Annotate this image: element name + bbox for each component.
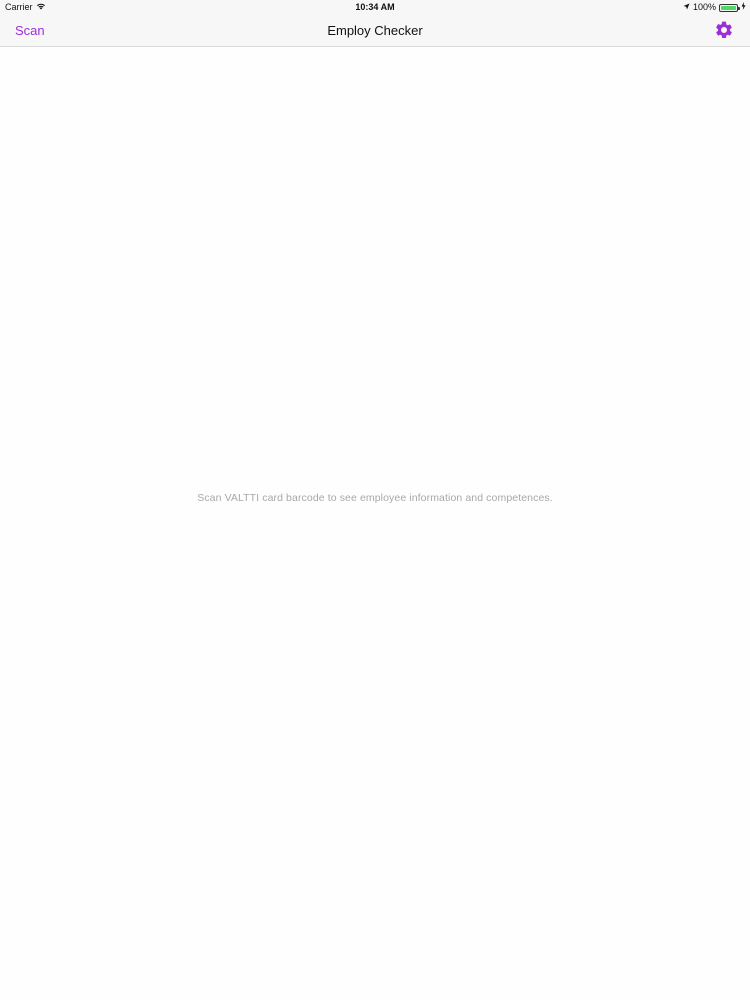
battery-cap: [738, 7, 740, 10]
charging-icon: [741, 0, 746, 15]
app-screen: Carrier 10:34 AM 100% Scan Employ Checke…: [0, 0, 750, 1000]
battery-percent: 100%: [692, 2, 716, 12]
gear-icon: [716, 21, 732, 38]
location-arrow-icon: [683, 0, 690, 15]
page-title: Employ Checker: [327, 23, 423, 38]
status-right: 100%: [683, 0, 746, 15]
battery-fill: [721, 6, 736, 10]
settings-button[interactable]: [714, 20, 734, 40]
battery-icon: [719, 4, 740, 12]
status-time: 10:34 AM: [355, 2, 395, 12]
status-bar: Carrier 10:34 AM 100%: [0, 0, 750, 15]
empty-state-message: Scan VALTTI card barcode to see employee…: [197, 492, 553, 504]
navigation-bar: Scan Employ Checker: [0, 15, 750, 47]
